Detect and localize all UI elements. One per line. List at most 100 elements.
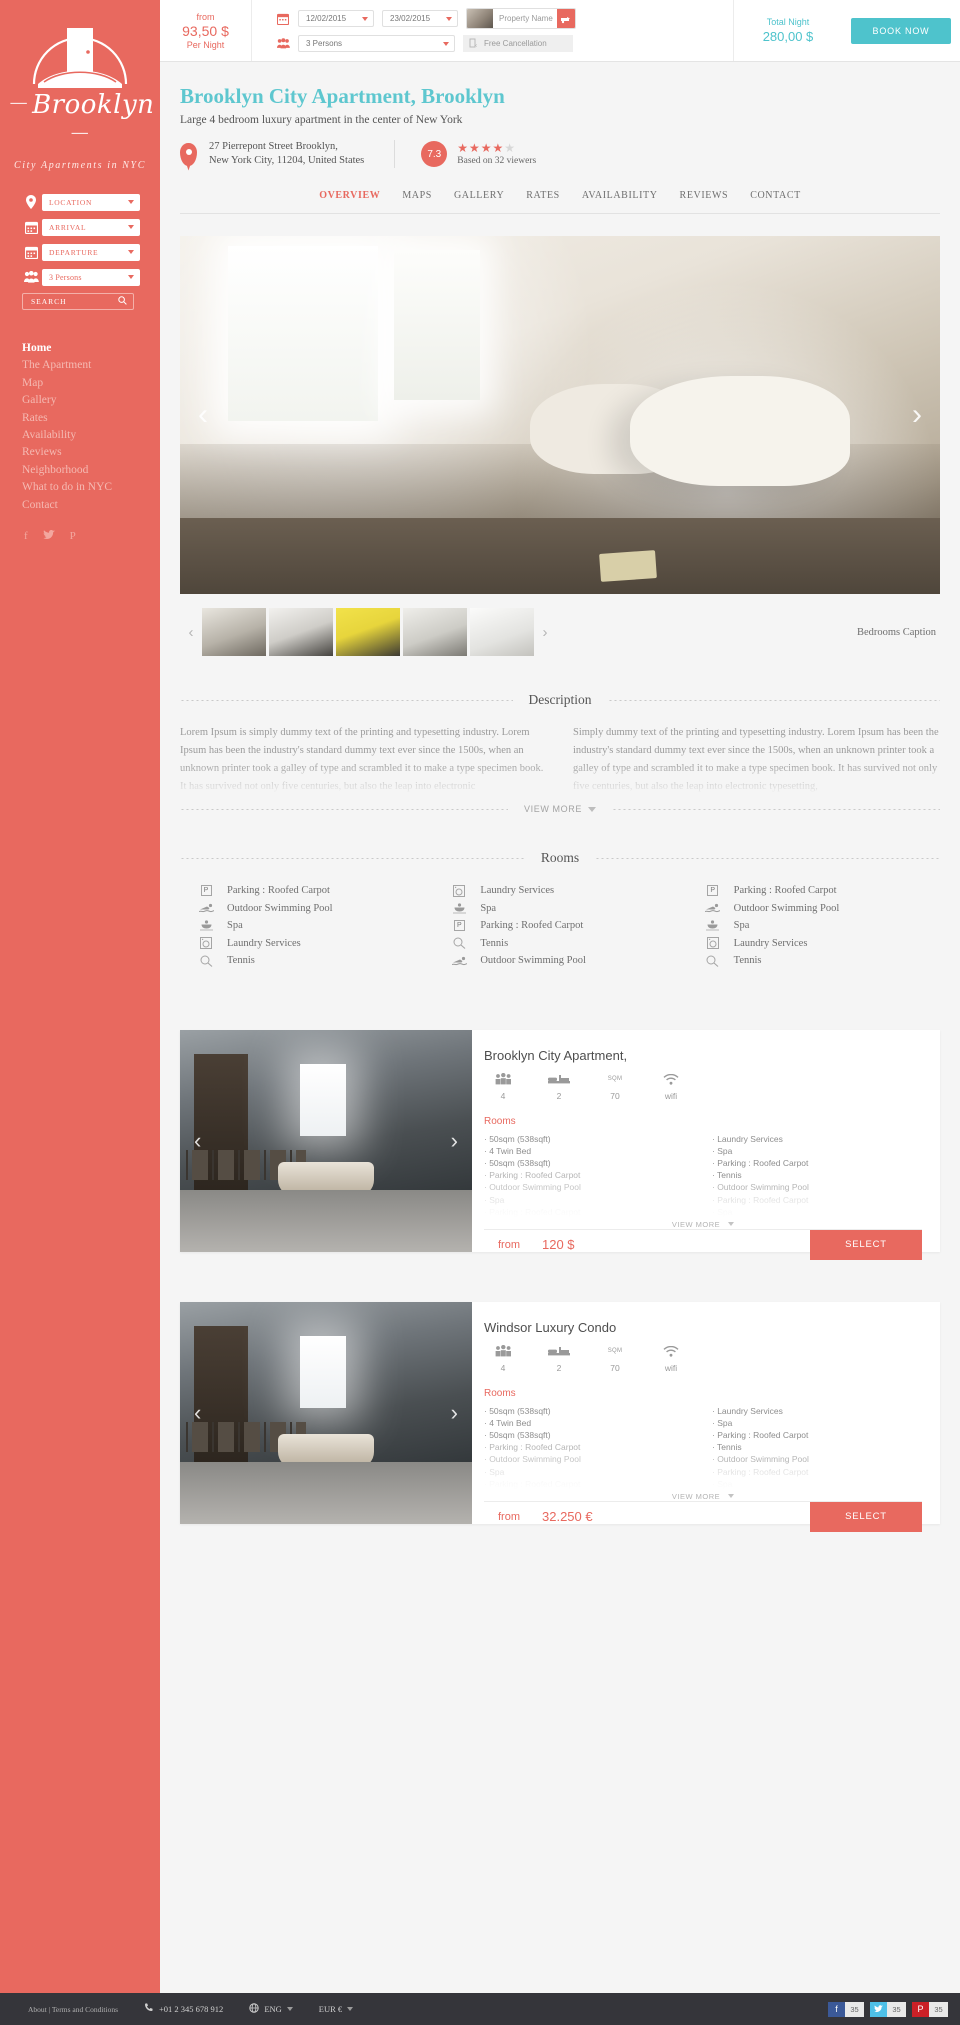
amenity-label: Outdoor Swimming Pool [480, 955, 586, 967]
amenity-item: Spa [198, 917, 433, 935]
sidebar-item-the-apartment[interactable]: The Apartment [22, 357, 160, 374]
chevron-down-icon [128, 275, 134, 279]
property-card[interactable]: ‹ › Windsor Luxury Condo 4 2 SQM 70 wifi… [180, 1301, 940, 1532]
free-cancellation-checkbox[interactable]: x Free Cancellation [463, 35, 573, 52]
tab-reviews[interactable]: REVIEWS [680, 190, 729, 201]
book-now-button[interactable]: BOOK NOW [851, 17, 951, 44]
calendar-icon [20, 243, 42, 261]
brand-name: — Brooklyn— [9, 90, 155, 143]
dotted-rule [611, 808, 940, 810]
dotted-rule [180, 808, 509, 810]
thumbnail-item[interactable] [336, 608, 400, 656]
pinterest-icon[interactable]: P [70, 530, 76, 543]
tab-rates[interactable]: RATES [526, 190, 560, 201]
card-prev-arrow[interactable]: ‹ [194, 1400, 201, 1426]
page-title: Brooklyn City Apartment, Brooklyn [180, 84, 505, 108]
rooms-column: P Parking : Roofed Carpot Outdoor Swimmin… [180, 882, 433, 970]
tab-contact[interactable]: CONTACT [750, 190, 801, 201]
tab-overview[interactable]: OVERVIEW [319, 190, 380, 201]
sidebar-item-reviews[interactable]: Reviews [22, 444, 160, 461]
departure-date-select[interactable]: 23/02/2015 [382, 10, 458, 27]
view-more-button[interactable]: VIEW MORE [508, 804, 612, 814]
card-next-arrow[interactable]: › [451, 1128, 458, 1154]
hero-next-arrow[interactable]: › [912, 398, 922, 432]
thumbnail-item[interactable] [202, 608, 266, 656]
address-line-1: 27 Pierrepont Street Brooklyn, [209, 141, 338, 152]
arrival-date-value: 12/02/2015 [306, 14, 347, 23]
page-subtitle: Large 4 bedroom luxury apartment in the … [180, 114, 463, 126]
gallery-caption: Bedrooms Caption [856, 626, 936, 638]
card-room-item: · Parking : Roofed Carpot [484, 1442, 581, 1453]
tab-gallery[interactable]: GALLERY [454, 190, 504, 201]
sidebar-field-arrival[interactable]: ARRIVAL [20, 218, 160, 236]
twitter-share[interactable]: 35 [870, 2001, 906, 2017]
card-footer: from 120 $ SELECT [484, 1228, 922, 1260]
sidebar-item-map[interactable]: Map [22, 375, 160, 392]
view-more-label: VIEW MORE [524, 804, 582, 814]
property-search-button[interactable] [557, 9, 575, 28]
search-icon [118, 296, 127, 307]
sidebar-item-neighborhood[interactable]: Neighborhood [22, 462, 160, 479]
facebook-icon[interactable]: f [24, 530, 28, 543]
brand-tagline: City Apartments in NYC [14, 160, 146, 171]
sidebar-item-what-to-do[interactable]: What to do in NYC [22, 479, 160, 496]
tab-maps[interactable]: MAPS [402, 190, 432, 201]
thumbs-next-arrow[interactable]: › [534, 624, 556, 641]
property-name-field[interactable]: Property Name [466, 8, 576, 29]
hero-gallery[interactable]: ‹ › [180, 236, 940, 594]
select-button[interactable]: SELECT [810, 1229, 922, 1260]
laundry-icon [451, 884, 467, 898]
property-name-input[interactable]: Property Name [493, 9, 557, 28]
spec-guests-value: 4 [500, 1362, 506, 1373]
footer-language-select[interactable]: ENG [249, 2003, 293, 2015]
sidebar-field-location[interactable]: LOCATION [20, 193, 160, 211]
footer-currency-select[interactable]: EUR € [319, 2004, 354, 2014]
property-card-image[interactable]: ‹ › [180, 1029, 472, 1252]
description-fade [180, 762, 940, 796]
thumbnail-item[interactable] [470, 608, 534, 656]
sidebar-item-rates[interactable]: Rates [22, 410, 160, 427]
cancellation-icon: x [469, 38, 479, 50]
amenity-item: Tennis [198, 952, 433, 970]
facebook-share[interactable]: f 35 [828, 2001, 864, 2017]
footer-phone[interactable]: +01 2 345 678 912 [144, 2003, 223, 2015]
persons-icon [276, 37, 290, 51]
phone-icon [144, 2003, 154, 2015]
card-room-item: · Laundry Services [712, 1133, 783, 1144]
arrival-date-select[interactable]: 12/02/2015 [298, 10, 374, 27]
sidebar-item-availability[interactable]: Availability [22, 427, 160, 444]
amenity-label: Parking : Roofed Carpot [480, 920, 584, 932]
thumbnail-item[interactable] [403, 608, 467, 656]
card-prev-arrow[interactable]: ‹ [194, 1128, 201, 1154]
description-view-more-row[interactable]: VIEW MORE [180, 804, 940, 814]
tab-availability[interactable]: AVAILABILITY [582, 190, 658, 201]
card-next-arrow[interactable]: › [451, 1400, 458, 1426]
sidebar-field-departure[interactable]: DEPARTURE [20, 243, 160, 261]
persons-select[interactable]: 3 Persons [298, 35, 455, 52]
amenity-item: P Parking : Roofed Carpot [451, 917, 686, 935]
sidebar-item-home[interactable]: Home [22, 340, 160, 357]
search-input[interactable]: SEARCH [22, 293, 134, 310]
hero-prev-arrow[interactable]: ‹ [198, 398, 208, 432]
sidebar-item-contact[interactable]: Contact [22, 497, 160, 514]
property-card-1-wrapper: ‹ › Brooklyn City Apartment, 4 2 SQM 70 … [160, 1029, 960, 1260]
thumbs-prev-arrow[interactable]: ‹ [180, 624, 202, 641]
card-room-item: · 50sqm (538sqft) [484, 1133, 551, 1144]
property-card-image[interactable]: ‹ › [180, 1301, 472, 1524]
chevron-down-icon [362, 16, 368, 21]
card-view-more-button[interactable]: VIEW MORE [484, 1220, 922, 1229]
chevron-down-icon [128, 225, 134, 229]
sidebar-field-persons[interactable]: 3 Persons [20, 268, 160, 286]
footer-about-terms-link[interactable]: About | Terms and Conditions [28, 2005, 118, 2014]
card-view-more-button[interactable]: VIEW MORE [484, 1492, 922, 1501]
chevron-down-icon [347, 2007, 354, 2011]
pinterest-share[interactable]: P 35 [912, 2001, 948, 2017]
property-card[interactable]: ‹ › Brooklyn City Apartment, 4 2 SQM 70 … [180, 1029, 940, 1260]
thumbnail-item[interactable] [269, 608, 333, 656]
twitter-icon[interactable] [43, 530, 55, 543]
brand-logo[interactable]: — Brooklyn— City Apartments in NYC [0, 0, 160, 171]
select-button[interactable]: SELECT [810, 1501, 922, 1532]
chevron-down-icon [446, 16, 452, 21]
sidebar-item-gallery[interactable]: Gallery [22, 392, 160, 409]
spa-icon [451, 901, 467, 915]
